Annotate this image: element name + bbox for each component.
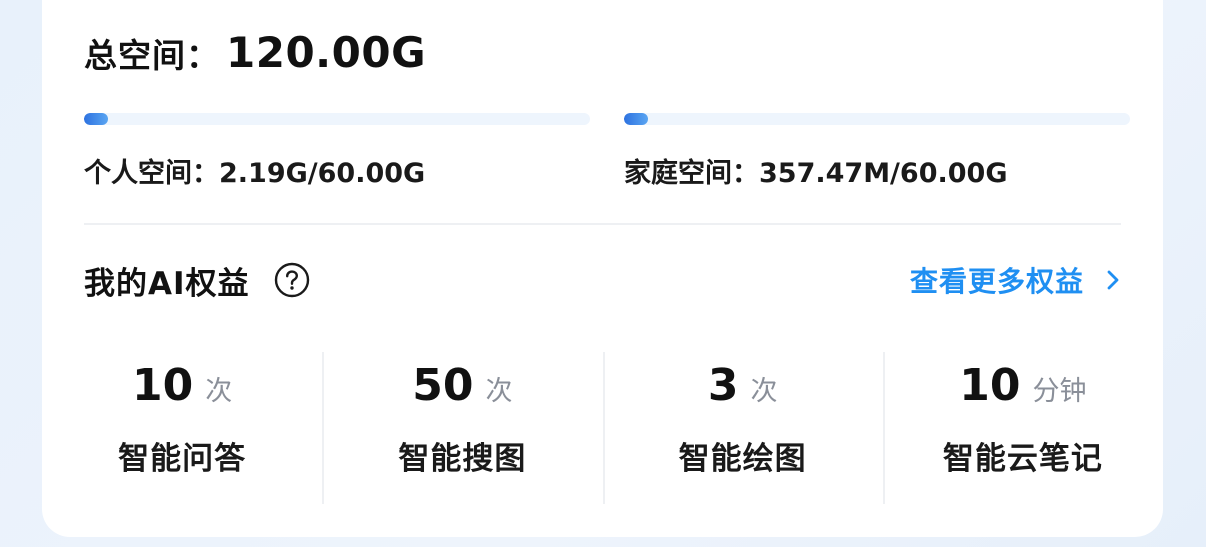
stat-unit: 分钟 xyxy=(1032,376,1087,407)
total-storage-label: 总空间： xyxy=(84,36,220,75)
stat-value-row: 10 分钟 xyxy=(959,360,1086,411)
chevron-right-icon xyxy=(1104,269,1122,291)
stat-smart-qa[interactable]: 10 次 智能问答 xyxy=(42,350,322,506)
family-storage: 家庭空间：357.47M/60.00G xyxy=(624,113,1130,190)
stat-unit: 次 xyxy=(750,376,778,407)
stat-label: 智能问答 xyxy=(118,441,247,477)
stat-value-row: 3 次 xyxy=(708,360,778,411)
view-more-benefits-label: 查看更多权益 xyxy=(909,265,1084,298)
family-storage-text: 家庭空间：357.47M/60.00G xyxy=(624,158,1008,189)
ai-benefits-title: 我的AI权益 xyxy=(84,265,250,302)
stat-label: 智能绘图 xyxy=(678,441,807,477)
stat-smart-cloud-notes[interactable]: 10 分钟 智能云笔记 xyxy=(882,350,1163,506)
stat-label: 智能云笔记 xyxy=(942,441,1103,477)
storage-card: 总空间： 120.00G 个人空间：2.19G/60.00G 家庭空间：357.… xyxy=(42,0,1163,537)
stat-unit: 次 xyxy=(205,376,233,407)
stat-value-row: 50 次 xyxy=(412,360,512,411)
total-storage: 总空间： 120.00G xyxy=(84,28,426,77)
stat-value: 10 xyxy=(959,360,1021,411)
stat-value: 3 xyxy=(707,360,739,411)
personal-storage-progress xyxy=(84,113,590,125)
personal-storage-progress-fill xyxy=(84,113,108,125)
stat-smart-drawing[interactable]: 3 次 智能绘图 xyxy=(602,350,883,506)
view-more-benefits-link[interactable]: 查看更多权益 xyxy=(910,260,1122,300)
section-divider xyxy=(84,223,1121,225)
stat-value: 10 xyxy=(132,360,194,411)
stat-label: 智能搜图 xyxy=(398,441,527,477)
stat-smart-image-search[interactable]: 50 次 智能搜图 xyxy=(322,350,602,506)
question-circle-icon[interactable] xyxy=(274,262,310,298)
ai-benefits-title-group: 我的AI权益 xyxy=(84,258,310,303)
family-storage-progress xyxy=(624,113,1130,125)
family-storage-progress-fill xyxy=(624,113,648,125)
ai-benefits-header: 我的AI权益 查看更多权益 xyxy=(84,258,1122,302)
ai-benefits-stats: 10 次 智能问答 50 次 智能搜图 3 次 智能绘图 10 分钟 智能云笔记 xyxy=(42,350,1163,506)
personal-storage-text: 个人空间：2.19G/60.00G xyxy=(84,158,426,189)
stat-unit: 次 xyxy=(485,376,513,407)
total-storage-value: 120.00G xyxy=(226,28,427,77)
personal-storage: 个人空间：2.19G/60.00G xyxy=(84,113,590,190)
stat-value: 50 xyxy=(412,360,474,411)
stat-value-row: 10 次 xyxy=(132,360,232,411)
